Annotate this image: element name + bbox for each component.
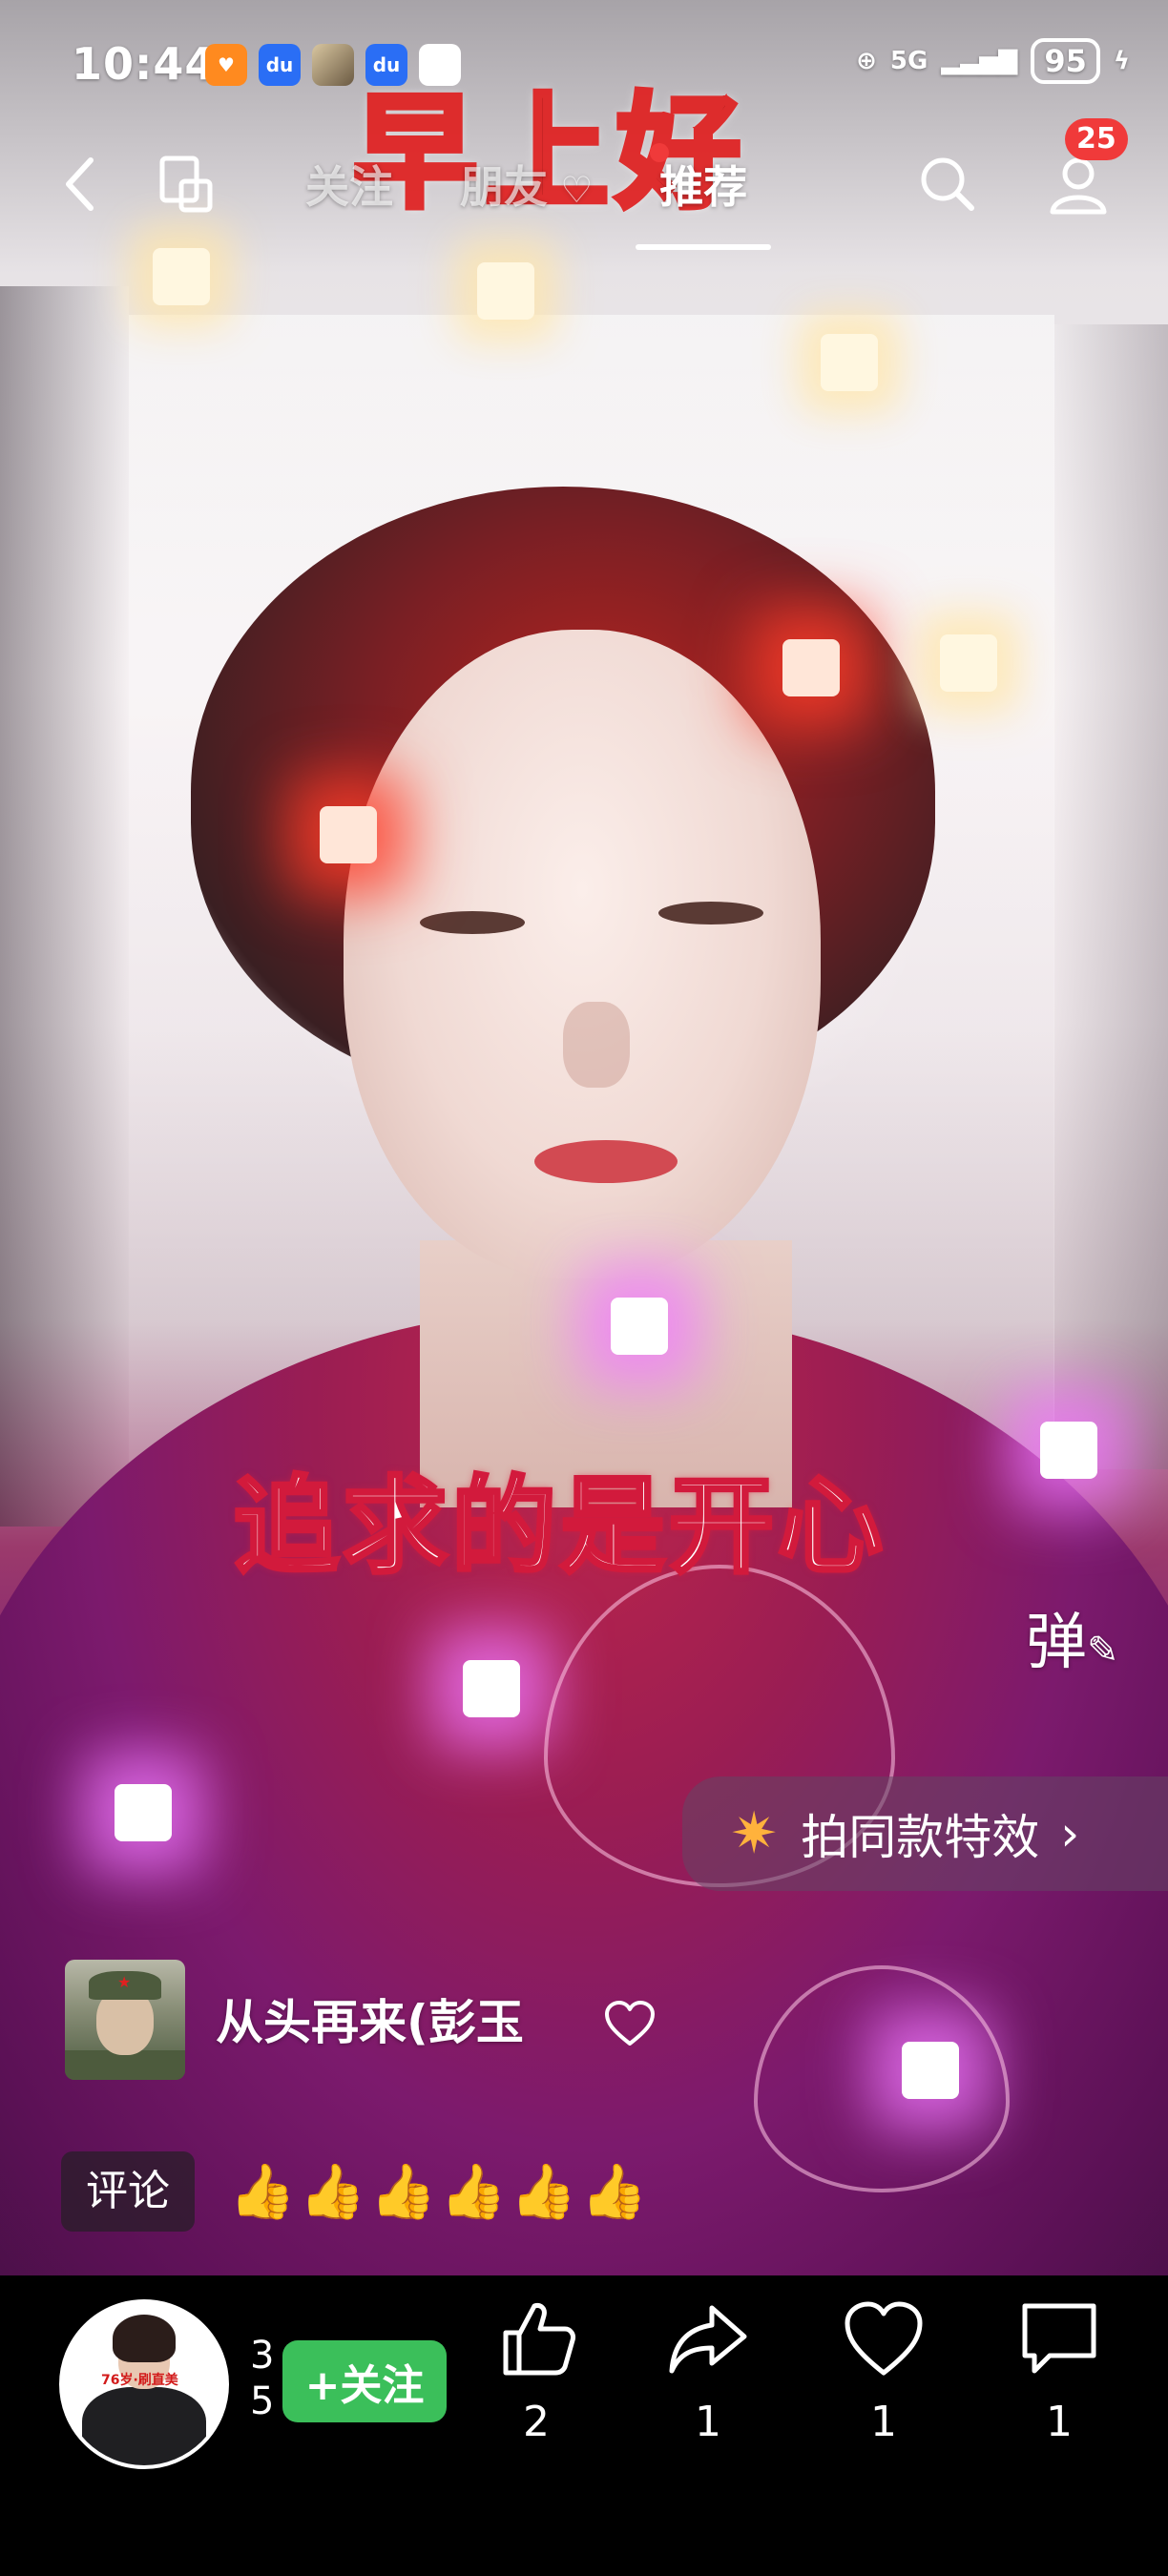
sparkle-effect xyxy=(463,1660,520,1717)
sparkle-effect xyxy=(477,262,534,320)
back-arrow-icon[interactable] xyxy=(48,151,115,218)
sparkle-effect xyxy=(153,248,210,305)
signal-icon: ▂▃▅▇ xyxy=(941,47,1018,75)
video-caption-main: 追求的是开心 xyxy=(232,1464,886,1589)
comment-bubble-icon xyxy=(1022,2303,1096,2374)
use-same-effect-button[interactable]: ✷ 拍同款特效 › xyxy=(682,1776,1168,1891)
baidu-app-icon: du xyxy=(365,44,407,86)
share-count: 1 xyxy=(695,2398,721,2446)
video-person-nose xyxy=(563,1002,630,1088)
avatar-text: 76岁·刷直美 xyxy=(101,2373,178,2388)
video-background-right xyxy=(1053,324,1168,1469)
tab-friends[interactable]: 朋友 ♡ xyxy=(460,153,593,216)
status-indicators: ⊕ 5G ▂▃▅▇ 95 ϟ xyxy=(856,38,1130,84)
network-type: 5G xyxy=(889,47,928,75)
like-button[interactable]: 2 xyxy=(469,2295,603,2446)
sparkle-effect xyxy=(115,1784,172,1841)
photo-app-icon xyxy=(312,44,354,86)
commenter-avatar[interactable]: ★ xyxy=(65,1960,185,2080)
video-background-left xyxy=(0,286,129,1527)
favorite-count: 1 xyxy=(870,2398,897,2446)
heart-icon xyxy=(845,2301,923,2376)
heart-outline-icon[interactable] xyxy=(603,2000,657,2047)
danmu-toggle-button[interactable]: 弹✎ xyxy=(1026,1593,1119,1681)
comment-button[interactable]: 1 xyxy=(992,2295,1126,2446)
sparkle-effect xyxy=(940,634,997,692)
charging-icon: ϟ xyxy=(1113,47,1130,75)
avatar-suit xyxy=(82,2387,206,2465)
feed-tabs: 关注 朋友 ♡ 推荐 xyxy=(305,153,772,250)
author-avatar[interactable]: 76岁·刷直美 xyxy=(59,2299,229,2469)
thumbs-up-icon xyxy=(503,2303,575,2376)
profile-icon[interactable] xyxy=(1045,151,1112,218)
tab-recommended[interactable]: 推荐 xyxy=(636,153,772,250)
commenter-name[interactable]: 从头再来(彭玉 xyxy=(216,1984,524,2053)
notification-badge: 25 xyxy=(1065,118,1128,160)
comment-count: 1 xyxy=(1046,2398,1073,2446)
magic-wand-icon: ✷ xyxy=(730,1800,779,1867)
sparkle-effect xyxy=(1040,1422,1097,1479)
status-time: 10:44 xyxy=(72,38,217,90)
hd-call-icon: ⊕ xyxy=(856,47,877,75)
favorite-button[interactable]: 1 xyxy=(817,2295,950,2446)
video-person-eye xyxy=(658,902,763,924)
video-person-lips xyxy=(534,1140,678,1183)
chevron-right-icon: › xyxy=(1060,1806,1080,1861)
comment-text: 👍👍👍👍👍👍 xyxy=(229,2161,652,2223)
video-player[interactable] xyxy=(0,0,1168,2275)
sparkle-effect xyxy=(782,639,840,696)
follow-button[interactable]: +关注 xyxy=(282,2340,447,2422)
tab-following[interactable]: 关注 xyxy=(305,153,393,216)
notification-app-icons: ♥ du du xyxy=(205,44,461,86)
danmu-label: 弹 xyxy=(1026,1608,1087,1678)
sparkle-effect xyxy=(320,806,377,863)
new-content-dot xyxy=(650,143,669,162)
multi-window-icon[interactable] xyxy=(153,151,219,218)
heart-app-icon: ♥ xyxy=(205,44,247,86)
share-arrow-icon xyxy=(669,2305,747,2374)
effect-label: 拍同款特效 xyxy=(801,1810,1040,1865)
search-icon[interactable] xyxy=(914,151,981,218)
author-name[interactable]: 3 5 xyxy=(250,2333,274,2424)
comment-tag[interactable]: 评论 xyxy=(61,2151,195,2232)
share-button[interactable]: 1 xyxy=(641,2295,775,2446)
baidu-app-icon: du xyxy=(259,44,301,86)
sparkle-effect xyxy=(821,334,878,391)
star-icon: ★ xyxy=(117,1973,132,1991)
sparkle-effect xyxy=(611,1298,668,1355)
pencil-icon: ✎ xyxy=(1087,1629,1119,1672)
video-person-eye xyxy=(420,911,525,934)
top-navigation: 关注 朋友 ♡ 推荐 25 xyxy=(0,118,1168,250)
avatar-hair xyxy=(113,2315,176,2362)
china-mobile-app-icon xyxy=(419,44,461,86)
heart-icon: ♡ xyxy=(548,169,594,211)
battery-level: 95 xyxy=(1031,38,1100,84)
like-count: 2 xyxy=(523,2398,550,2446)
status-bar: 10:44 ♥ du du ⊕ 5G ▂▃▅▇ 95 ϟ xyxy=(0,0,1168,134)
tab-friends-label: 朋友 xyxy=(460,161,548,213)
bottom-action-bar: 76岁·刷直美 3 5 +关注 2 1 1 1 xyxy=(0,2275,1168,2576)
